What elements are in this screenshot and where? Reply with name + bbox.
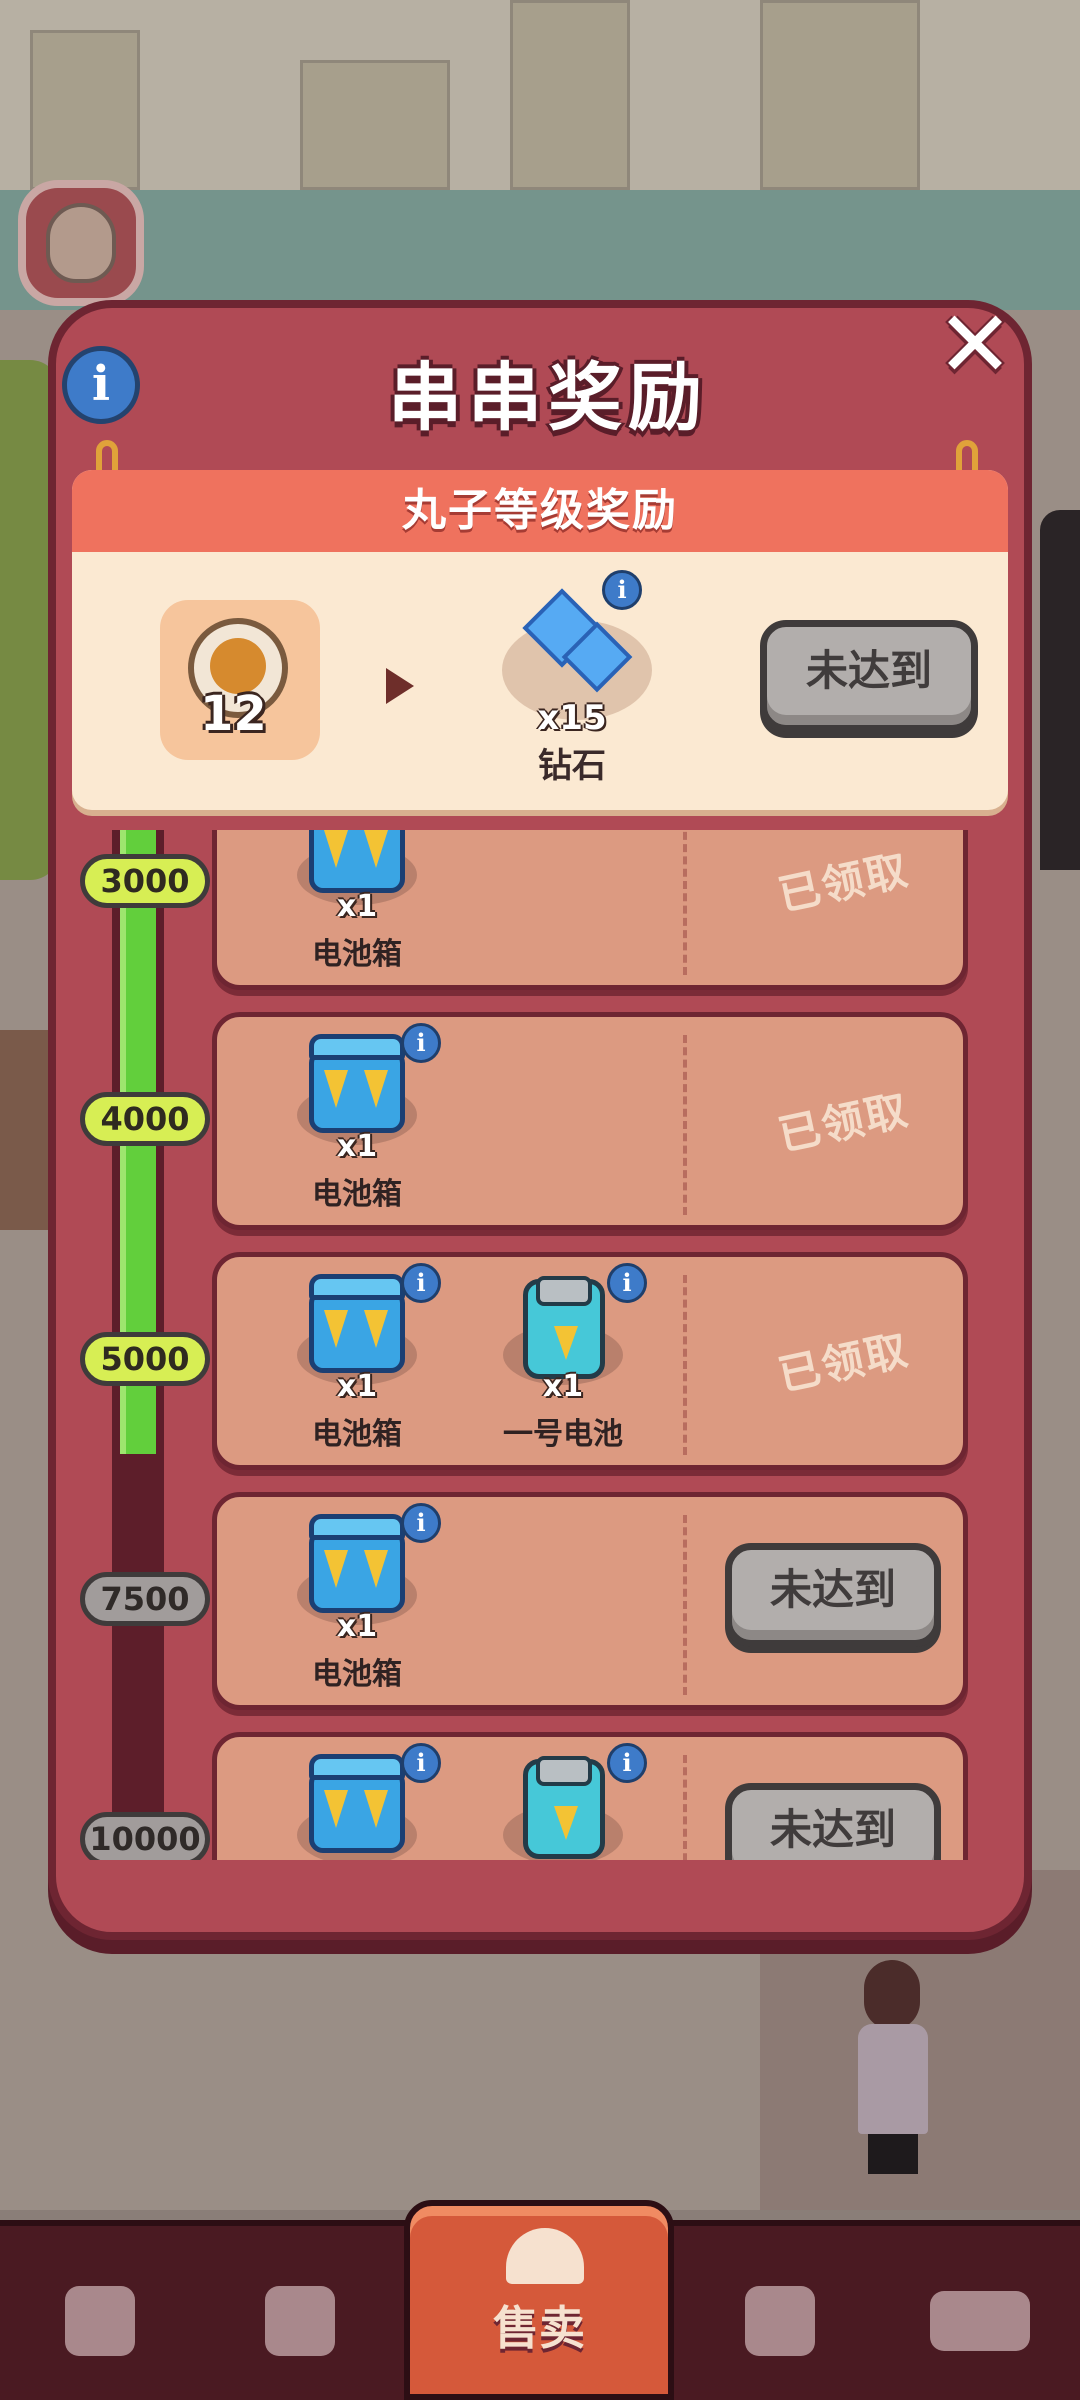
level-marker-4000: 4000 (80, 1092, 210, 1146)
item-qty: x1 (336, 889, 378, 924)
customer-figure (1040, 510, 1080, 870)
info-icon[interactable]: i (401, 1743, 441, 1783)
info-icon[interactable]: i (401, 1503, 441, 1543)
item-qty: x1 (336, 1609, 378, 1644)
level-marker-5000: 5000 (80, 1332, 210, 1386)
modal-title: 串串奖励 (388, 355, 708, 441)
crate-lid (309, 1754, 405, 1780)
battery-crate-icon (309, 830, 405, 893)
girl-body (858, 2024, 928, 2134)
bolt-icon (364, 830, 388, 868)
reward-row-7500: x1 电池箱 i 未达到 (212, 1492, 968, 1710)
reward-list[interactable]: x1 电池箱 已领取 3000 x1 电池箱 i 已领取 4000 x1 电池箱… (72, 830, 1008, 1860)
nav-tab-bus[interactable] (880, 2246, 1080, 2396)
map-person-icon (745, 2286, 815, 2356)
bus-icon (930, 2291, 1030, 2351)
nav-tab-sell-label: 售卖 (493, 2301, 585, 2355)
crate-lid (309, 1034, 405, 1060)
item-qty: x1 (336, 1369, 378, 1404)
reward-row-4000: x1 电池箱 i 已领取 (212, 1012, 968, 1230)
player-avatar[interactable] (18, 180, 144, 306)
item-name: 电池箱 (312, 1177, 402, 1212)
service-bell-icon (506, 2228, 584, 2284)
reward-qty: x15 (537, 698, 607, 738)
battery-icon (523, 1276, 605, 1379)
info-icon[interactable]: i (401, 1263, 441, 1303)
reward-row-3000: x1 电池箱 已领取 (212, 830, 968, 990)
row-divider (683, 1515, 687, 1695)
reward-name: 钻石 (538, 746, 606, 786)
crate-lid (309, 1514, 405, 1540)
bolt-icon (324, 1070, 348, 1108)
not-reached-button[interactable]: 未达到 (760, 620, 978, 732)
info-icon[interactable]: i (602, 570, 642, 610)
bolt-icon (364, 1310, 388, 1348)
item-name: 电池箱 (312, 1657, 402, 1692)
bolt-icon (554, 1806, 578, 1840)
bolt-icon (324, 1310, 348, 1348)
meatball-level-badge: 12 (160, 600, 320, 760)
nav-tab-sell[interactable]: 售卖 (404, 2200, 674, 2400)
item-name: 电池箱 (312, 1417, 402, 1452)
bolt-icon (364, 1070, 388, 1108)
meatball-level-number: 12 (200, 686, 267, 742)
claimed-status: 已领取 (773, 1324, 914, 1401)
item-name: 电池箱 (312, 937, 402, 972)
info-icon[interactable]: i (607, 1743, 647, 1783)
girl-head (864, 1960, 920, 2030)
building (760, 0, 920, 190)
battery-crate-icon (309, 1034, 405, 1133)
not-reached-button[interactable]: 未达到 (725, 1543, 941, 1647)
arrow-right-icon (386, 668, 414, 704)
customer-girl (858, 1960, 928, 2210)
bolt-icon (324, 830, 348, 868)
battery-crate-icon (309, 1514, 405, 1613)
row-divider (683, 1275, 687, 1455)
claimed-status: 已领取 (773, 844, 914, 921)
bolt-icon (364, 1550, 388, 1588)
reward-item[interactable]: x1 电池箱 (287, 830, 427, 995)
battery-cap (536, 1276, 592, 1306)
battery-crate-icon (309, 1274, 405, 1373)
item-qty: x1 (336, 1129, 378, 1164)
info-icon[interactable]: i (607, 1263, 647, 1303)
close-icon[interactable]: ✕ (930, 299, 1020, 391)
level-marker-3000: 3000 (80, 854, 210, 908)
handshake-icon (265, 2286, 335, 2356)
bolt-icon (324, 1550, 348, 1588)
info-icon[interactable]: i (62, 346, 140, 424)
claimed-status: 已领取 (773, 1084, 914, 1161)
crate-lid (309, 1274, 405, 1300)
row-divider (683, 1755, 687, 1860)
building (300, 60, 450, 190)
nav-tab-partners[interactable] (200, 2246, 400, 2396)
reward-card-header: 丸子等级奖励 (72, 470, 1008, 552)
girl-skirt (868, 2134, 918, 2174)
level-marker-7500: 7500 (80, 1572, 210, 1626)
diamond-reward[interactable]: x15 钻石 (472, 570, 672, 800)
bolt-icon (364, 1790, 388, 1828)
reward-row-5000: x1 电池箱 i x1 一号电池 i 已领取 (212, 1252, 968, 1470)
row-divider (683, 1035, 687, 1215)
building (30, 30, 140, 190)
avatar-face (46, 203, 116, 283)
battery-cap (536, 1756, 592, 1786)
item-name: 一号电池 (503, 1417, 623, 1452)
battery-icon (523, 1756, 605, 1859)
street-wall (0, 190, 1080, 310)
reward-row-10000: i i 未达到 (212, 1732, 968, 1860)
bolt-icon (554, 1326, 578, 1360)
level-marker-10000: 10000 (80, 1812, 210, 1860)
nav-tab-bag[interactable] (0, 2246, 200, 2396)
item-qty: x1 (542, 1369, 584, 1404)
info-icon[interactable]: i (401, 1023, 441, 1063)
meatball-level-reward-card: 丸子等级奖励 12 x15 钻石 i 未达到 (72, 470, 1008, 810)
bag-icon (65, 2286, 135, 2356)
row-divider (683, 830, 687, 975)
building (510, 0, 630, 190)
bolt-icon (324, 1790, 348, 1828)
not-reached-button[interactable]: 未达到 (725, 1783, 941, 1860)
nav-tab-map[interactable] (680, 2246, 880, 2396)
battery-crate-icon (309, 1754, 405, 1853)
